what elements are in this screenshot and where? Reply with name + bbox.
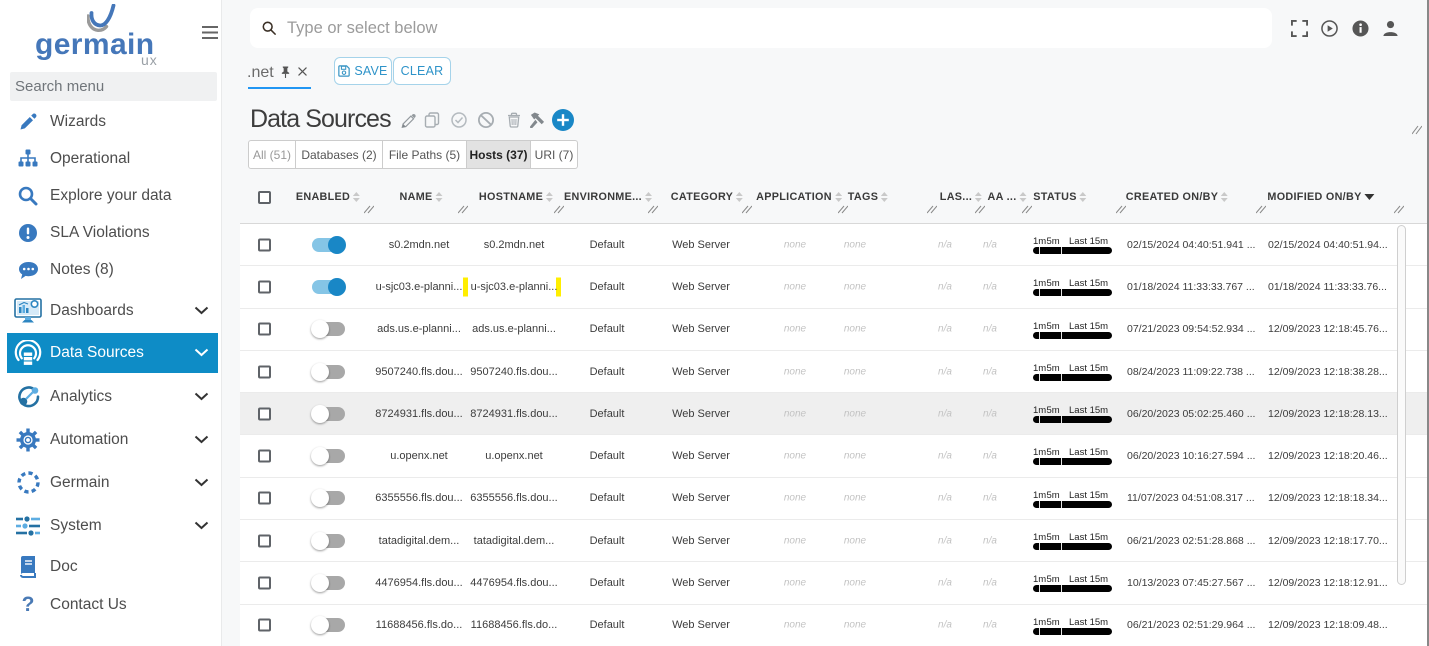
svg-text:?: ? — [22, 594, 35, 616]
